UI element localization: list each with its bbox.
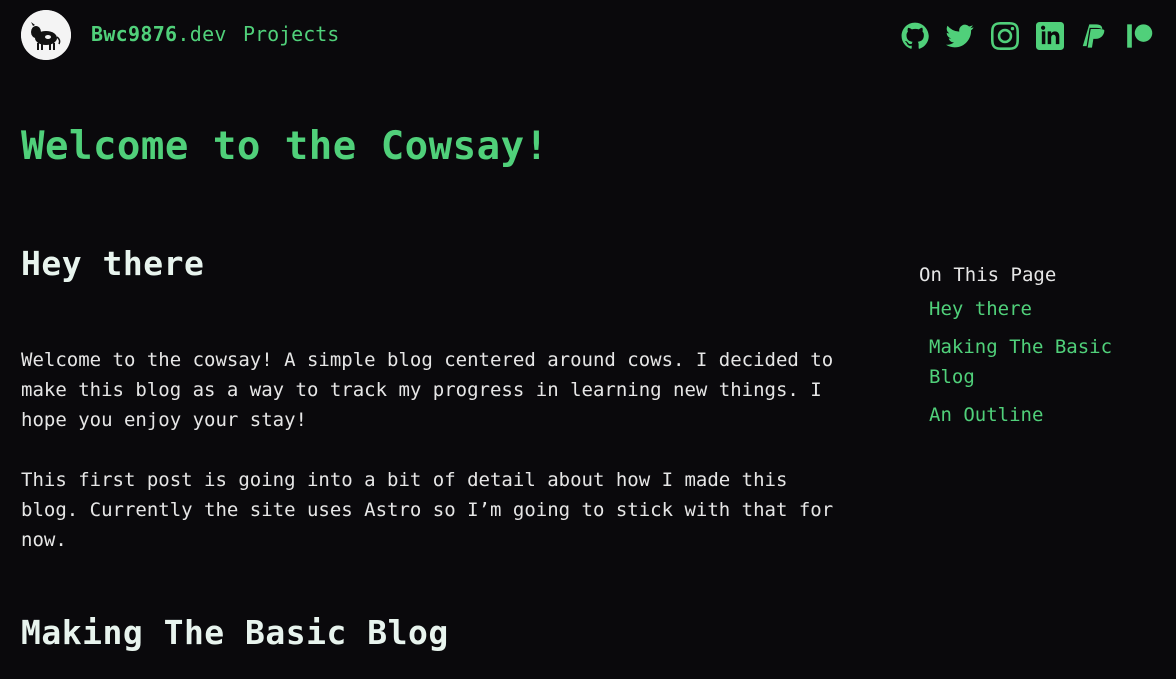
paypal-link[interactable]	[1081, 22, 1109, 50]
brand-suffix: .dev	[177, 22, 227, 46]
paragraph-first-post: This first post is going into a bit of d…	[21, 469, 834, 551]
github-link[interactable]	[901, 22, 929, 50]
toc-list: Hey there Making The Basic Blog An Outli…	[929, 294, 1159, 430]
twitter-icon	[946, 24, 974, 48]
paragraph-intro: Welcome to the cowsay! A simple blog cen…	[21, 349, 834, 431]
brand-link[interactable]: Bwc9876.dev	[91, 22, 227, 46]
social-links	[901, 22, 1154, 50]
github-icon	[901, 22, 929, 49]
toc-item: Making The Basic Blog	[929, 332, 1159, 392]
toc-link-an-outline[interactable]: An Outline	[929, 400, 1159, 430]
heading-making-the-basic-blog: Making The Basic Blog	[21, 613, 449, 652]
toc-item: Hey there	[929, 294, 1159, 324]
toc-link-making-the-basic-blog[interactable]: Making The Basic Blog	[929, 332, 1129, 392]
linkedin-link[interactable]	[1036, 22, 1064, 50]
toc-title: On This Page	[919, 264, 1057, 286]
nav-projects-link[interactable]: Projects	[243, 22, 339, 46]
patreon-icon	[1127, 24, 1153, 48]
toc-item: An Outline	[929, 400, 1159, 430]
table-of-contents: On This Page Hey there Making The Basic …	[919, 262, 1159, 438]
site-header: Bwc9876.dev Projects	[0, 0, 1176, 72]
linkedin-icon	[1036, 22, 1064, 50]
site-logo[interactable]	[21, 10, 71, 60]
instagram-icon	[991, 22, 1019, 50]
paypal-icon	[1082, 24, 1105, 48]
twitter-link[interactable]	[946, 22, 974, 50]
page-title: Welcome to the Cowsay!	[21, 124, 549, 169]
instagram-link[interactable]	[991, 22, 1019, 50]
cow-logo-icon	[21, 10, 71, 60]
patreon-link[interactable]	[1126, 22, 1154, 50]
brand-name: Bwc9876	[91, 22, 178, 46]
heading-hey-there: Hey there	[21, 244, 205, 283]
toc-link-hey-there[interactable]: Hey there	[929, 294, 1159, 324]
